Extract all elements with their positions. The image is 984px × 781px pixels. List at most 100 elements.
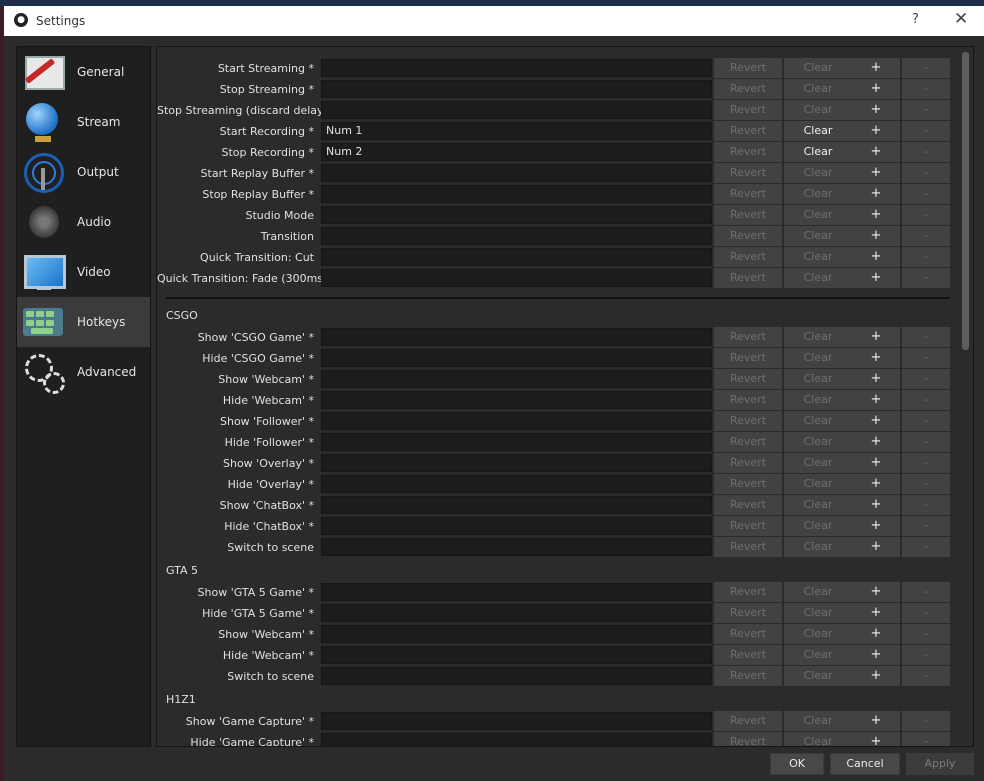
hotkey-input[interactable]: [321, 496, 712, 514]
revert-button[interactable]: Revert: [714, 369, 782, 389]
sidebar-item-general[interactable]: General: [17, 47, 150, 97]
cancel-button[interactable]: Cancel: [830, 753, 900, 775]
revert-button[interactable]: Revert: [714, 205, 782, 225]
add-hotkey-button[interactable]: +: [852, 163, 900, 183]
hotkey-input[interactable]: [321, 80, 712, 98]
remove-hotkey-button[interactable]: -: [902, 474, 950, 494]
clear-button[interactable]: Clear: [784, 327, 852, 347]
remove-hotkey-button[interactable]: -: [902, 121, 950, 141]
hotkey-input[interactable]: [321, 454, 712, 472]
vertical-scrollbar[interactable]: [957, 47, 973, 746]
revert-button[interactable]: Revert: [714, 645, 782, 665]
scrollbar-thumb[interactable]: [962, 52, 969, 350]
remove-hotkey-button[interactable]: -: [902, 624, 950, 644]
clear-button[interactable]: Clear: [784, 226, 852, 246]
add-hotkey-button[interactable]: +: [852, 732, 900, 746]
remove-hotkey-button[interactable]: -: [902, 142, 950, 162]
hotkey-input[interactable]: [321, 185, 712, 203]
hotkey-input[interactable]: [321, 712, 712, 730]
remove-hotkey-button[interactable]: -: [902, 537, 950, 557]
add-hotkey-button[interactable]: +: [852, 645, 900, 665]
revert-button[interactable]: Revert: [714, 537, 782, 557]
clear-button[interactable]: Clear: [784, 390, 852, 410]
remove-hotkey-button[interactable]: -: [902, 100, 950, 120]
revert-button[interactable]: Revert: [714, 582, 782, 602]
add-hotkey-button[interactable]: +: [852, 79, 900, 99]
add-hotkey-button[interactable]: +: [852, 582, 900, 602]
revert-button[interactable]: Revert: [714, 390, 782, 410]
revert-button[interactable]: Revert: [714, 184, 782, 204]
hotkey-input[interactable]: [321, 101, 712, 119]
add-hotkey-button[interactable]: +: [852, 247, 900, 267]
revert-button[interactable]: Revert: [714, 268, 782, 288]
add-hotkey-button[interactable]: +: [852, 100, 900, 120]
remove-hotkey-button[interactable]: -: [902, 184, 950, 204]
add-hotkey-button[interactable]: +: [852, 142, 900, 162]
add-hotkey-button[interactable]: +: [852, 121, 900, 141]
add-hotkey-button[interactable]: +: [852, 453, 900, 473]
remove-hotkey-button[interactable]: -: [902, 645, 950, 665]
hotkey-input[interactable]: [321, 646, 712, 664]
add-hotkey-button[interactable]: +: [852, 184, 900, 204]
revert-button[interactable]: Revert: [714, 432, 782, 452]
hotkey-input[interactable]: [321, 517, 712, 535]
clear-button[interactable]: Clear: [784, 645, 852, 665]
hotkey-input[interactable]: [321, 433, 712, 451]
clear-button[interactable]: Clear: [784, 348, 852, 368]
hotkey-input[interactable]: [321, 667, 712, 685]
clear-button[interactable]: Clear: [784, 247, 852, 267]
clear-button[interactable]: Clear: [784, 205, 852, 225]
hotkey-input[interactable]: [321, 59, 712, 77]
add-hotkey-button[interactable]: +: [852, 226, 900, 246]
clear-button[interactable]: Clear: [784, 732, 852, 746]
hotkey-input[interactable]: Num 1: [321, 122, 712, 140]
remove-hotkey-button[interactable]: -: [902, 369, 950, 389]
remove-hotkey-button[interactable]: -: [902, 411, 950, 431]
remove-hotkey-button[interactable]: -: [902, 247, 950, 267]
remove-hotkey-button[interactable]: -: [902, 58, 950, 78]
clear-button[interactable]: Clear: [784, 624, 852, 644]
clear-button[interactable]: Clear: [784, 453, 852, 473]
sidebar-item-output[interactable]: Output: [17, 147, 150, 197]
clear-button[interactable]: Clear: [784, 121, 852, 141]
sidebar-item-hotkeys[interactable]: Hotkeys: [17, 297, 150, 347]
hotkey-input[interactable]: [321, 227, 712, 245]
revert-button[interactable]: Revert: [714, 79, 782, 99]
sidebar-item-stream[interactable]: Stream: [17, 97, 150, 147]
remove-hotkey-button[interactable]: -: [902, 495, 950, 515]
add-hotkey-button[interactable]: +: [852, 516, 900, 536]
clear-button[interactable]: Clear: [784, 369, 852, 389]
revert-button[interactable]: Revert: [714, 453, 782, 473]
hotkey-input[interactable]: [321, 412, 712, 430]
hotkey-input[interactable]: [321, 269, 712, 287]
revert-button[interactable]: Revert: [714, 603, 782, 623]
add-hotkey-button[interactable]: +: [852, 537, 900, 557]
remove-hotkey-button[interactable]: -: [902, 603, 950, 623]
add-hotkey-button[interactable]: +: [852, 369, 900, 389]
add-hotkey-button[interactable]: +: [852, 603, 900, 623]
clear-button[interactable]: Clear: [784, 474, 852, 494]
clear-button[interactable]: Clear: [784, 79, 852, 99]
revert-button[interactable]: Revert: [714, 327, 782, 347]
remove-hotkey-button[interactable]: -: [902, 205, 950, 225]
revert-button[interactable]: Revert: [714, 516, 782, 536]
add-hotkey-button[interactable]: +: [852, 58, 900, 78]
remove-hotkey-button[interactable]: -: [902, 226, 950, 246]
add-hotkey-button[interactable]: +: [852, 205, 900, 225]
clear-button[interactable]: Clear: [784, 432, 852, 452]
revert-button[interactable]: Revert: [714, 348, 782, 368]
ok-button[interactable]: OK: [770, 753, 824, 775]
add-hotkey-button[interactable]: +: [852, 624, 900, 644]
clear-button[interactable]: Clear: [784, 411, 852, 431]
clear-button[interactable]: Clear: [784, 495, 852, 515]
sidebar-item-advanced[interactable]: Advanced: [17, 347, 150, 397]
clear-button[interactable]: Clear: [784, 142, 852, 162]
remove-hotkey-button[interactable]: -: [902, 163, 950, 183]
revert-button[interactable]: Revert: [714, 58, 782, 78]
clear-button[interactable]: Clear: [784, 268, 852, 288]
add-hotkey-button[interactable]: +: [852, 495, 900, 515]
add-hotkey-button[interactable]: +: [852, 474, 900, 494]
revert-button[interactable]: Revert: [714, 142, 782, 162]
add-hotkey-button[interactable]: +: [852, 432, 900, 452]
add-hotkey-button[interactable]: +: [852, 666, 900, 686]
